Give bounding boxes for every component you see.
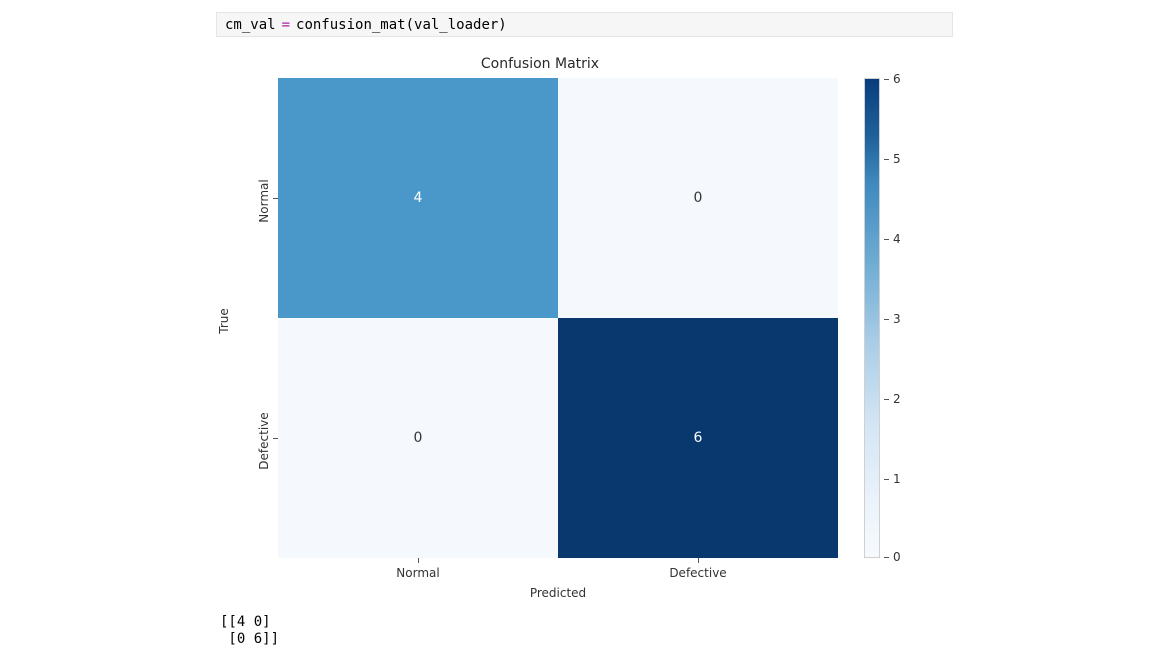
cell-normal-normal: 4 — [278, 78, 558, 318]
heatmap-grid: 4 0 0 6 — [278, 78, 838, 558]
y-axis-label: True — [217, 291, 231, 351]
colorbar-tick-3: 3 — [884, 312, 910, 326]
colorbar-tick-4: 4 — [884, 232, 910, 246]
xtick-dash — [418, 558, 419, 563]
code-token-operator: = — [276, 17, 296, 33]
colorbar-tick-6: 6 — [884, 72, 910, 86]
stdout-output: [[4 0] [0 6]] — [220, 614, 279, 648]
colorbar — [864, 78, 880, 558]
confusion-matrix-chart: Confusion Matrix 4 0 0 6 Normal Defectiv… — [240, 56, 920, 601]
xtick-dash — [698, 558, 699, 563]
colorbar-ticks: 6 5 4 3 2 1 0 — [884, 78, 910, 558]
ytick-dash — [273, 198, 278, 199]
xtick-normal: Normal — [396, 566, 439, 580]
ytick-normal: Normal — [257, 161, 271, 241]
colorbar-tick-0: 0 — [884, 550, 910, 564]
cell-normal-defective: 0 — [558, 78, 838, 318]
ytick-dash — [273, 438, 278, 439]
colorbar-gradient — [864, 78, 880, 558]
xtick-defective: Defective — [669, 566, 726, 580]
page: cm_val = confusion_mat(val_loader) Confu… — [0, 0, 1170, 658]
colorbar-tick-1: 1 — [884, 472, 910, 486]
cell-defective-defective: 6 — [558, 318, 838, 558]
code-token-variable: cm_val — [225, 17, 276, 33]
chart-title: Confusion Matrix — [240, 56, 840, 72]
colorbar-tick-2: 2 — [884, 392, 910, 406]
code-token-call: confusion_mat(val_loader) — [296, 17, 507, 33]
ytick-defective: Defective — [257, 401, 271, 481]
code-cell[interactable]: cm_val = confusion_mat(val_loader) — [216, 12, 953, 37]
x-axis-label: Predicted — [508, 586, 608, 600]
cell-defective-normal: 0 — [278, 318, 558, 558]
colorbar-tick-5: 5 — [884, 152, 910, 166]
